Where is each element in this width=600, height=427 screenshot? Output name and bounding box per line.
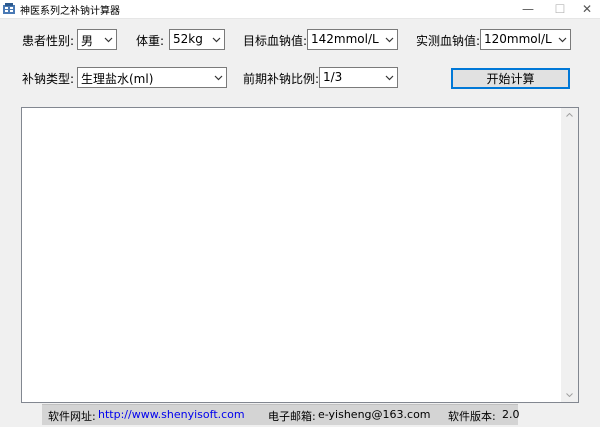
supplement-type-value: 生理盐水(ml) — [81, 72, 154, 86]
window-title: 神医系列之补钠计算器 — [20, 6, 120, 17]
weight-label: 体重: — [136, 34, 165, 48]
footer-bar: 软件网址: http://www.shenyisoft.com 电子邮箱: e-… — [42, 404, 520, 425]
start-calculation-button[interactable]: 开始计算 — [451, 68, 570, 89]
weight-select[interactable]: 52kg — [169, 29, 225, 50]
app-icon — [3, 3, 15, 14]
website-link[interactable]: http://www.shenyisoft.com — [98, 408, 245, 421]
measured-sodium-label: 实测血钠值: — [416, 34, 481, 48]
version-label: 软件版本: — [448, 410, 496, 423]
chevron-down-icon — [212, 37, 221, 43]
weight-value: 52kg — [173, 32, 203, 46]
chevron-down-icon — [214, 75, 223, 81]
result-textarea[interactable] — [21, 107, 579, 403]
maximize-button[interactable]: ☐ — [545, 0, 575, 18]
version-value: 2.0 — [502, 408, 520, 421]
supplement-type-label: 补钠类型: — [22, 72, 75, 86]
scroll-down-icon[interactable] — [566, 393, 573, 397]
target-sodium-value: 142mmol/L — [311, 32, 379, 46]
gender-select[interactable]: 男 — [77, 29, 117, 50]
email-value: e-yisheng@163.com — [318, 408, 431, 421]
chevron-down-icon — [385, 37, 394, 43]
target-sodium-label: 目标血钠值: — [243, 34, 308, 48]
title-bar: 神医系列之补钠计算器 — ☐ ✕ — [0, 0, 600, 19]
scroll-up-icon[interactable] — [566, 113, 573, 117]
chevron-down-icon — [104, 37, 113, 43]
chevron-down-icon — [558, 37, 567, 43]
early-ratio-value: 1/3 — [323, 70, 343, 84]
minimize-button[interactable]: — — [513, 0, 543, 18]
supplement-type-select[interactable]: 生理盐水(ml) — [77, 67, 227, 88]
website-label: 软件网址: — [48, 410, 96, 423]
measured-sodium-value: 120mmol/L — [484, 32, 552, 46]
early-ratio-label: 前期补钠比例: — [243, 72, 320, 86]
gender-label: 患者性别: — [22, 34, 75, 48]
email-label: 电子邮箱: — [268, 410, 316, 423]
target-sodium-select[interactable]: 142mmol/L — [307, 29, 398, 50]
gender-value: 男 — [81, 34, 94, 48]
measured-sodium-select[interactable]: 120mmol/L — [480, 29, 571, 50]
vertical-scrollbar[interactable] — [561, 108, 578, 402]
chevron-down-icon — [385, 75, 394, 81]
close-button[interactable]: ✕ — [572, 0, 600, 18]
early-ratio-select[interactable]: 1/3 — [319, 67, 398, 88]
